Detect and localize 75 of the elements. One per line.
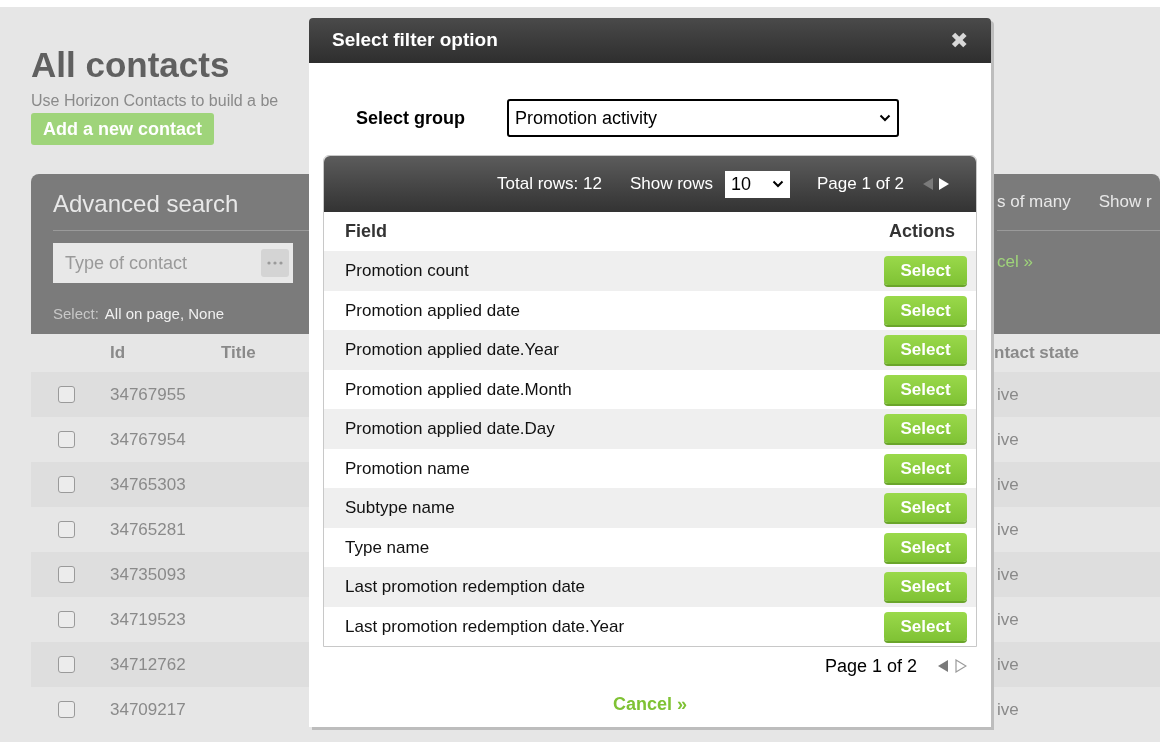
header-link[interactable]: Show r xyxy=(1098,189,1152,215)
row-checkbox[interactable] xyxy=(58,566,75,583)
panel-title: Advanced search xyxy=(53,190,240,218)
field-name: Promotion name xyxy=(345,457,470,480)
contact-state: ive xyxy=(997,473,1020,496)
field-name: Last promotion redemption date.Year xyxy=(345,615,625,638)
contact-id: 34709217 xyxy=(110,698,186,721)
contact-id: 34767954 xyxy=(110,428,186,451)
total-rows: Total rows: 12 xyxy=(497,171,602,197)
previous-page-icon[interactable] xyxy=(937,659,949,673)
column-header: Actions xyxy=(889,220,955,243)
select-button[interactable]: Select xyxy=(884,572,967,602)
row-checkbox[interactable] xyxy=(58,701,75,718)
select-links[interactable]: All on page, None xyxy=(104,303,225,326)
select-button[interactable]: Select xyxy=(884,493,967,523)
contact-id: 34767955 xyxy=(110,383,186,406)
field-name: Type name xyxy=(345,536,430,559)
dialog-title: Select filter option xyxy=(332,28,498,53)
field-name: Promotion applied date.Month xyxy=(345,378,572,401)
contact-state: ive xyxy=(997,383,1020,406)
row-checkbox[interactable] xyxy=(58,611,75,628)
field-name: Subtype name xyxy=(345,497,455,519)
field-name: Promotion applied date.Day xyxy=(345,418,555,440)
contact-state: ive xyxy=(997,698,1020,721)
page-title: All contacts xyxy=(31,45,231,85)
row-checkbox[interactable] xyxy=(58,386,75,403)
close-button[interactable]: ✖ xyxy=(950,29,968,52)
contact-id: 34719523 xyxy=(110,608,186,631)
column-header: ntact state xyxy=(994,342,1081,365)
caret-icon xyxy=(772,180,785,188)
select-button[interactable]: Select xyxy=(884,453,967,483)
row-checkbox[interactable] xyxy=(58,521,75,538)
row-checkbox[interactable] xyxy=(58,476,75,493)
next-page-icon[interactable] xyxy=(938,177,950,191)
select-label: Select: xyxy=(53,304,99,324)
field-name: Promotion applied date.Year xyxy=(345,339,559,361)
select-button[interactable]: Select xyxy=(884,611,967,641)
more-button[interactable] xyxy=(261,249,289,277)
row-checkbox[interactable] xyxy=(58,656,75,673)
contact-state: ive xyxy=(997,518,1020,541)
column-header: Field xyxy=(345,220,387,243)
header-link[interactable]: s of many xyxy=(997,189,1071,215)
field-name: Promotion count xyxy=(345,260,469,282)
page-indicator: Page 1 of 2 xyxy=(817,173,904,196)
cancel-link[interactable]: cel » xyxy=(997,249,1160,275)
add-contact-button[interactable]: Add a new contact xyxy=(31,113,215,145)
column-header: Title xyxy=(221,342,256,365)
select-button[interactable]: Select xyxy=(884,414,967,444)
contact-id: 34765281 xyxy=(110,518,186,541)
contact-id: 34712762 xyxy=(110,653,186,676)
column-header: Id xyxy=(110,342,127,365)
contact-state: ive xyxy=(997,563,1020,586)
contact-state: ive xyxy=(997,428,1020,451)
select-button[interactable]: Select xyxy=(884,256,967,286)
type-of-contact-field[interactable]: Type of contact xyxy=(53,243,293,283)
contact-id: 34765303 xyxy=(110,473,186,496)
contact-state: ive xyxy=(997,653,1020,676)
contact-state: ive xyxy=(997,608,1020,631)
show-rows-label: Show rows xyxy=(629,173,714,196)
select-button[interactable]: Select xyxy=(884,335,967,365)
field-name: Promotion applied date xyxy=(345,299,520,322)
page-indicator: Page 1 of 2 xyxy=(824,654,917,678)
select-button[interactable]: Select xyxy=(884,295,967,325)
group-select[interactable]: Promotion activity xyxy=(507,99,899,137)
page-description: Use Horizon Contacts to build a be xyxy=(31,91,280,111)
contact-id: 34735093 xyxy=(110,563,186,586)
show-rows-select[interactable]: 10 xyxy=(725,170,791,198)
select-button[interactable]: Select xyxy=(884,374,967,404)
cancel-link[interactable]: Cancel » xyxy=(612,691,687,718)
caret-icon xyxy=(879,114,891,122)
row-checkbox[interactable] xyxy=(58,431,75,448)
select-group-label: Select group xyxy=(356,106,467,130)
select-button[interactable]: Select xyxy=(884,532,967,562)
ellipsis-icon xyxy=(267,261,283,265)
field-name: Last promotion redemption date xyxy=(345,576,586,598)
